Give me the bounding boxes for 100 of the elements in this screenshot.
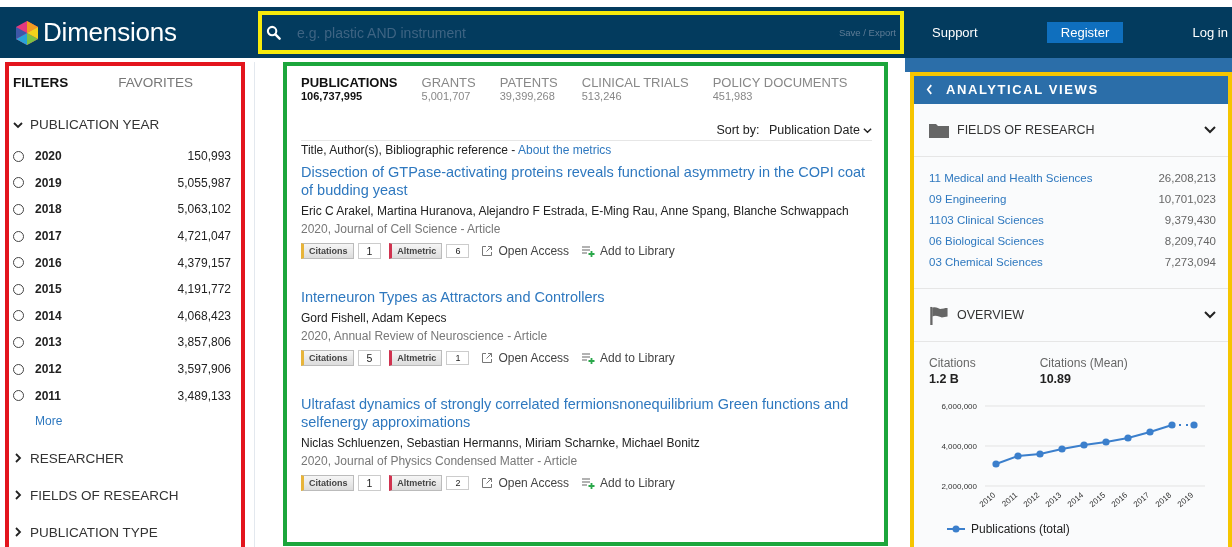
data-point <box>1058 445 1066 453</box>
result-type-tab[interactable]: PATENTS 39,399,268 <box>499 75 558 102</box>
section-header[interactable]: FIELDS OF RESEARCH <box>914 104 1228 157</box>
column-description: Title, Author(s), Bibliographic reference - About the metrics <box>301 143 613 157</box>
list-add-icon <box>581 477 596 489</box>
filter-section-header[interactable]: RESEARCHER <box>13 439 231 477</box>
option-label: 2020 <box>35 149 63 164</box>
about-metrics-link[interactable]: About the metrics <box>518 143 612 157</box>
flag-icon <box>929 305 949 325</box>
author-list: Eric C Arakel, Martina Huranova, Alejandro F Estrada, E-Ming Rau, Anne Spang, Blanche Schwappach <box>301 204 849 218</box>
open-access-link[interactable]: Open Access <box>498 476 570 490</box>
citation-count: 1 <box>357 475 382 491</box>
data-point <box>1080 441 1088 449</box>
stat-value: 1.2 B <box>929 372 960 386</box>
panel-tab[interactable]: FAVORITES <box>118 75 193 90</box>
option-label: 2012 <box>35 362 63 377</box>
publication-title-link[interactable]: Ultrafast dynamics of strongly correlated fermionsnonequilibrium Green functions and selfenergy approximations <box>301 395 872 431</box>
option-count: 150,993 <box>187 149 231 164</box>
nav-link[interactable]: Support <box>932 25 978 40</box>
folder-icon <box>929 122 949 138</box>
more-link[interactable]: More <box>35 413 63 428</box>
option-count: 5,055,987 <box>177 175 231 190</box>
field-count: 26,208,213 <box>1158 171 1216 184</box>
field-link[interactable]: 1103 Clinical Sciences <box>929 213 1044 226</box>
stat-label: Citations (Mean) <box>1039 356 1128 370</box>
panel-tab[interactable]: FILTERS <box>13 75 69 90</box>
chevron-icon <box>1204 311 1216 319</box>
option-label: 2017 <box>35 229 63 244</box>
sort-dropdown[interactable]: Sort by: Publication Date <box>716 123 872 137</box>
external-link-icon <box>481 352 494 364</box>
option-label: 2013 <box>35 335 63 350</box>
chevron-icon <box>13 490 23 501</box>
field-link[interactable]: 09 Engineering <box>929 192 1007 205</box>
data-point <box>992 460 1000 468</box>
add-to-library-link[interactable]: Add to Library <box>600 476 675 490</box>
chevron-icon <box>13 119 23 130</box>
data-point <box>1190 421 1198 429</box>
data-point <box>1124 434 1132 442</box>
citations-badge[interactable]: Citations <box>301 243 354 259</box>
publication-title-link[interactable]: Dissection of GTPase-activating proteins reveals functional asymmetry in the COPI coat of budding yeast <box>301 163 872 199</box>
open-access-link[interactable]: Open Access <box>498 351 570 365</box>
bibliographic-reference: 2020, Annual Review of Neuroscience - Article <box>301 329 548 343</box>
altmetric-score: 2 <box>446 476 470 490</box>
filter-section-header[interactable]: PUBLICATION TYPE <box>13 513 231 547</box>
altmetric-badge[interactable]: Altmetric <box>389 475 443 491</box>
author-list: Gord Fishell, Adam Kepecs <box>301 311 447 325</box>
logo-icon <box>14 19 40 46</box>
option-label: 2019 <box>35 175 63 190</box>
citations-badge[interactable]: Citations <box>301 350 354 366</box>
citations-badge[interactable]: Citations <box>301 475 354 491</box>
altmetric-score: 6 <box>446 244 470 258</box>
bibliographic-reference: 2020, Journal of Physics Condensed Matter - Article <box>301 454 578 468</box>
list-add-icon <box>581 352 596 364</box>
nav-link[interactable]: Log in <box>1192 25 1228 40</box>
list-add-icon <box>581 245 596 257</box>
data-point <box>1102 438 1110 446</box>
option-count: 4,191,772 <box>177 282 231 297</box>
result-type-tab[interactable]: POLICY DOCUMENTS 451,983 <box>712 75 848 102</box>
result-type-tab[interactable]: CLINICAL TRIALS 513,246 <box>581 75 689 102</box>
altmetric-score: 1 <box>446 351 470 365</box>
data-point <box>1036 450 1044 458</box>
section-header[interactable]: OVERVIEW <box>914 289 1228 342</box>
field-link[interactable]: 03 Chemical Sciences <box>929 255 1043 268</box>
citation-count: 1 <box>357 243 382 259</box>
altmetric-badge[interactable]: Altmetric <box>389 243 443 259</box>
option-label: 2018 <box>35 202 63 217</box>
option-label: 2011 <box>35 388 63 403</box>
chevron-icon <box>13 453 23 464</box>
field-count: 8,209,740 <box>1164 234 1216 247</box>
result-type-tab[interactable]: GRANTS 5,001,707 <box>421 75 476 102</box>
author-list: Niclas Schluenzen, Sebastian Hermanns, Miriam Scharnke, Michael Bonitz <box>301 436 700 450</box>
add-to-library-link[interactable]: Add to Library <box>600 244 675 258</box>
back-icon[interactable] <box>926 83 933 95</box>
search-icon <box>266 25 281 40</box>
stat-label: Citations <box>929 356 976 370</box>
chevron-icon <box>13 527 23 538</box>
option-count: 3,489,133 <box>177 388 231 403</box>
citation-count: 5 <box>357 350 382 366</box>
bibliographic-reference: 2020, Journal of Cell Science - Article <box>301 222 501 236</box>
filter-section-header[interactable]: FIELDS OF RESEARCH <box>13 476 231 514</box>
open-access-link[interactable]: Open Access <box>498 244 570 258</box>
field-count: 7,273,094 <box>1164 255 1216 268</box>
option-count: 3,857,806 <box>177 335 231 350</box>
altmetric-badge[interactable]: Altmetric <box>389 350 443 366</box>
field-count: 10,701,023 <box>1158 192 1216 205</box>
y-tick-label: 4,000,000 <box>941 442 977 451</box>
option-label: 2014 <box>35 308 63 323</box>
stat-value: 10.89 <box>1039 372 1072 386</box>
field-link[interactable]: 11 Medical and Health Sciences <box>929 171 1093 184</box>
external-link-icon <box>481 477 494 489</box>
register-button[interactable]: Register <box>1046 22 1124 43</box>
logo-text: Dimensions <box>43 17 177 48</box>
add-to-library-link[interactable]: Add to Library <box>600 351 675 365</box>
option-label: 2015 <box>35 282 63 297</box>
field-link[interactable]: 06 Biological Sciences <box>929 234 1045 247</box>
result-type-tab[interactable]: PUBLICATIONS 106,737,995 <box>301 75 398 102</box>
option-count: 4,721,047 <box>177 229 231 244</box>
publication-title-link[interactable]: Interneuron Types as Attractors and Controllers <box>301 288 605 306</box>
chevron-icon <box>863 125 872 135</box>
filter-section-header[interactable]: PUBLICATION YEAR <box>13 106 231 143</box>
